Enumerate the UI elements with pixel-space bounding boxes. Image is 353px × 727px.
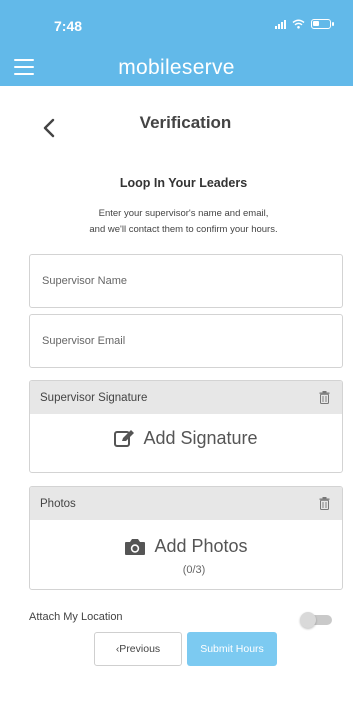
status-icons [275, 19, 334, 29]
photos-panel: Photos Add Photos (0/3) [29, 486, 343, 590]
attach-location-toggle[interactable] [300, 612, 332, 628]
supervisor-name-input[interactable]: Supervisor Name [29, 254, 343, 308]
previous-button[interactable]: ‹Previous [94, 632, 182, 666]
photos-header-label: Photos [40, 497, 76, 510]
description-line-2: and we'll contact them to confirm your h… [89, 224, 278, 235]
status-bar: 7:48 [0, 0, 353, 50]
attach-location-label: Attach My Location [29, 611, 123, 623]
supervisor-email-placeholder: Supervisor Email [42, 335, 126, 347]
supervisor-name-placeholder: Supervisor Name [42, 275, 127, 287]
toggle-knob [300, 612, 316, 628]
pencil-square-icon [114, 430, 135, 447]
description-line-1: Enter your supervisor's name and email, [98, 208, 269, 219]
add-signature-button[interactable]: Add Signature [30, 428, 342, 449]
supervisor-email-input[interactable]: Supervisor Email [29, 314, 343, 368]
signature-header-label: Supervisor Signature [40, 391, 148, 404]
signature-panel-body[interactable]: Add Signature [30, 414, 342, 472]
photos-panel-header: Photos [30, 487, 342, 520]
signature-panel: Supervisor Signature Add Signature [29, 380, 343, 473]
brand-logo: mobileserve [118, 56, 235, 79]
section-description: Enter your supervisor's name and email, … [0, 206, 353, 238]
add-photos-button[interactable]: Add Photos [30, 536, 342, 557]
photos-panel-body[interactable]: Add Photos (0/3) [30, 520, 342, 589]
battery-icon [311, 19, 334, 29]
signature-panel-header: Supervisor Signature [30, 381, 342, 414]
app-bar: mobileserve [0, 50, 353, 86]
cellular-signal-icon [275, 19, 286, 29]
photo-count: (0/3) [182, 564, 206, 576]
page-title: Verification [139, 113, 232, 132]
trash-icon[interactable] [319, 497, 330, 510]
submit-hours-button[interactable]: Submit Hours [187, 632, 277, 666]
add-signature-label: Add Signature [143, 428, 258, 448]
status-time: 7:48 [54, 18, 83, 34]
wifi-icon [292, 19, 305, 29]
camera-icon [125, 538, 146, 555]
add-photos-label: Add Photos [154, 536, 248, 556]
trash-icon[interactable] [319, 391, 330, 404]
section-heading: Loop In Your Leaders [119, 176, 248, 190]
